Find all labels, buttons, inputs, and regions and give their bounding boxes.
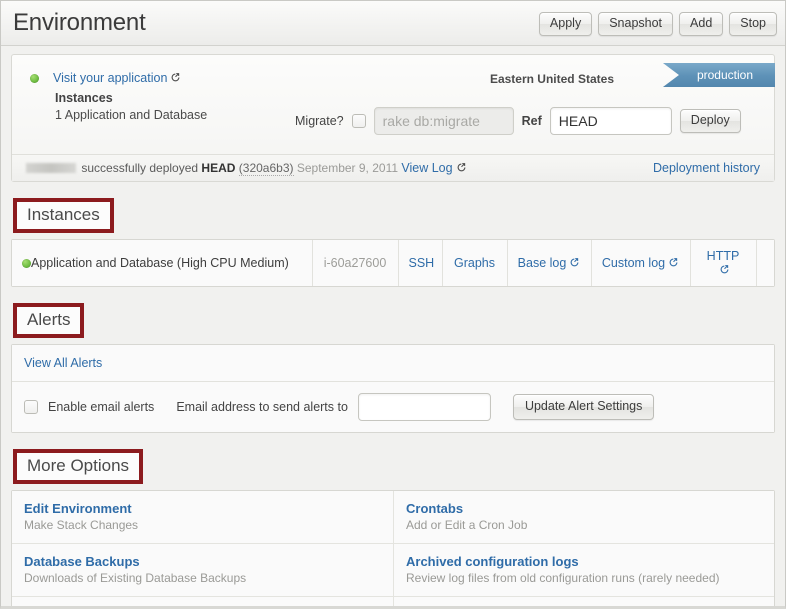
- external-link-icon: [170, 70, 181, 81]
- instance-base-log-cell[interactable]: Base log: [507, 240, 591, 286]
- graphs-link[interactable]: Graphs: [454, 256, 495, 270]
- instance-graphs-cell[interactable]: Graphs: [442, 240, 507, 286]
- option-subtitle: Downloads of Existing Database Backups: [24, 571, 381, 585]
- option-database-backups[interactable]: Database Backups Downloads of Existing D…: [12, 543, 393, 596]
- alert-settings-row: Enable email alerts Email address to sen…: [12, 382, 774, 432]
- instance-id: i-60a27600: [312, 240, 398, 286]
- instance-empty-cell: [756, 240, 774, 286]
- option-subtitle: Add or Edit a Cron Job: [406, 518, 762, 532]
- deployed-text: successfully deployed: [81, 161, 198, 175]
- option-clone-environment[interactable]: Clone Environment Make a copy of this En…: [393, 596, 774, 609]
- more-options-section: More Options Edit Environment Make Stack…: [11, 433, 775, 609]
- alert-email-input[interactable]: [358, 393, 491, 421]
- environment-ribbon-production: production: [663, 63, 775, 87]
- status-green-dot-icon: [30, 74, 39, 83]
- migrate-label: Migrate?: [295, 114, 344, 128]
- more-options-panel: Edit Environment Make Stack Changes Cron…: [11, 490, 775, 609]
- more-options-heading: More Options: [13, 449, 143, 484]
- alerts-heading: Alerts: [13, 303, 84, 338]
- view-log-link[interactable]: View Log: [401, 161, 452, 175]
- alerts-section: Alerts View All Alerts Enable email aler…: [11, 287, 775, 433]
- deploy-controls: Migrate? Ref Deploy: [295, 107, 741, 135]
- summary-body: Visit your application Instances 1 Appli…: [12, 55, 774, 154]
- instances-section: Instances Application and Database (High…: [11, 182, 775, 287]
- ref-input[interactable]: [550, 107, 672, 135]
- apply-button[interactable]: Apply: [539, 12, 592, 36]
- visit-application-link[interactable]: Visit your application: [53, 71, 167, 85]
- option-subtitle: Review log files from old configuration …: [406, 571, 762, 585]
- redacted-username: [26, 163, 76, 173]
- region-label: Eastern United States: [490, 72, 614, 86]
- alerts-panel: View All Alerts Enable email alerts Emai…: [11, 344, 775, 433]
- option-archived-configuration-logs[interactable]: Archived configuration logs Review log f…: [393, 543, 774, 596]
- title-bar: Environment Apply Snapshot Add Stop: [1, 1, 785, 46]
- summary-instances-count: 1 Application and Database: [55, 108, 207, 122]
- external-link-icon: [569, 257, 580, 268]
- instance-ssh-cell[interactable]: SSH: [398, 240, 442, 286]
- option-edit-environment[interactable]: Edit Environment Make Stack Changes: [12, 491, 393, 543]
- migrate-checkbox[interactable]: [352, 114, 366, 128]
- environment-summary-panel: Visit your application Instances 1 Appli…: [11, 54, 775, 182]
- http-link[interactable]: HTTP: [707, 249, 740, 263]
- option-crontabs[interactable]: Crontabs Add or Edit a Cron Job: [393, 491, 774, 543]
- instance-name-cell: Application and Database (High CPU Mediu…: [12, 240, 312, 286]
- enable-email-alerts-checkbox[interactable]: [24, 400, 38, 414]
- deploy-button[interactable]: Deploy: [680, 109, 741, 133]
- deployed-ref: HEAD: [201, 161, 235, 175]
- option-subtitle: Make Stack Changes: [24, 518, 381, 532]
- email-address-label: Email address to send alerts to: [176, 400, 348, 414]
- instance-http-cell[interactable]: HTTP: [690, 240, 756, 286]
- deployed-date: September 9, 2011: [297, 161, 398, 175]
- deployment-status-bar: successfully deployed HEAD (320a6b3) Sep…: [12, 154, 774, 181]
- instances-panel: Application and Database (High CPU Mediu…: [11, 239, 775, 287]
- update-alert-settings-button[interactable]: Update Alert Settings: [513, 394, 654, 420]
- instances-heading: Instances: [13, 198, 114, 233]
- migrate-command-input[interactable]: [374, 107, 514, 135]
- add-button[interactable]: Add: [679, 12, 723, 36]
- ref-label: Ref: [522, 114, 542, 128]
- title-bar-actions: Apply Snapshot Add Stop: [539, 12, 777, 36]
- view-all-alerts-row: View All Alerts: [12, 345, 774, 382]
- page-title: Environment: [13, 9, 146, 37]
- ssh-link[interactable]: SSH: [409, 256, 435, 270]
- deployment-history-wrap: Deployment history: [653, 161, 760, 175]
- option-title[interactable]: Edit Environment: [24, 501, 381, 516]
- stop-button[interactable]: Stop: [729, 12, 777, 36]
- instance-name: Application and Database (High CPU Mediu…: [31, 256, 289, 270]
- deployed-sha: (320a6b3): [239, 161, 294, 176]
- environment-page: Environment Apply Snapshot Add Stop Visi…: [0, 0, 786, 609]
- deployment-history-link[interactable]: Deployment history: [653, 161, 760, 175]
- external-link-icon: [719, 264, 730, 275]
- snapshot-button[interactable]: Snapshot: [598, 12, 673, 36]
- option-title[interactable]: Archived configuration logs: [406, 554, 762, 569]
- instance-custom-log-cell[interactable]: Custom log: [591, 240, 690, 286]
- enable-email-alerts-label: Enable email alerts: [48, 400, 154, 414]
- custom-log-link[interactable]: Custom log: [602, 256, 665, 270]
- external-link-icon: [668, 257, 679, 268]
- external-link-icon: [456, 162, 467, 173]
- instances-table: Application and Database (High CPU Mediu…: [12, 240, 774, 286]
- option-title[interactable]: Database Backups: [24, 554, 381, 569]
- summary-instances-label: Instances: [55, 91, 113, 105]
- option-title[interactable]: Crontabs: [406, 501, 762, 516]
- base-log-link[interactable]: Base log: [518, 256, 567, 270]
- status-green-dot-icon: [22, 259, 31, 268]
- visit-application-row: Visit your application: [30, 69, 181, 87]
- view-all-alerts-link[interactable]: View All Alerts: [24, 356, 102, 370]
- more-options-grid: Edit Environment Make Stack Changes Cron…: [12, 491, 774, 609]
- table-row: Application and Database (High CPU Mediu…: [12, 240, 774, 286]
- option-http-monitoring[interactable]: HTTP Monitoring Setup an HTTP Monitor fo…: [12, 596, 393, 609]
